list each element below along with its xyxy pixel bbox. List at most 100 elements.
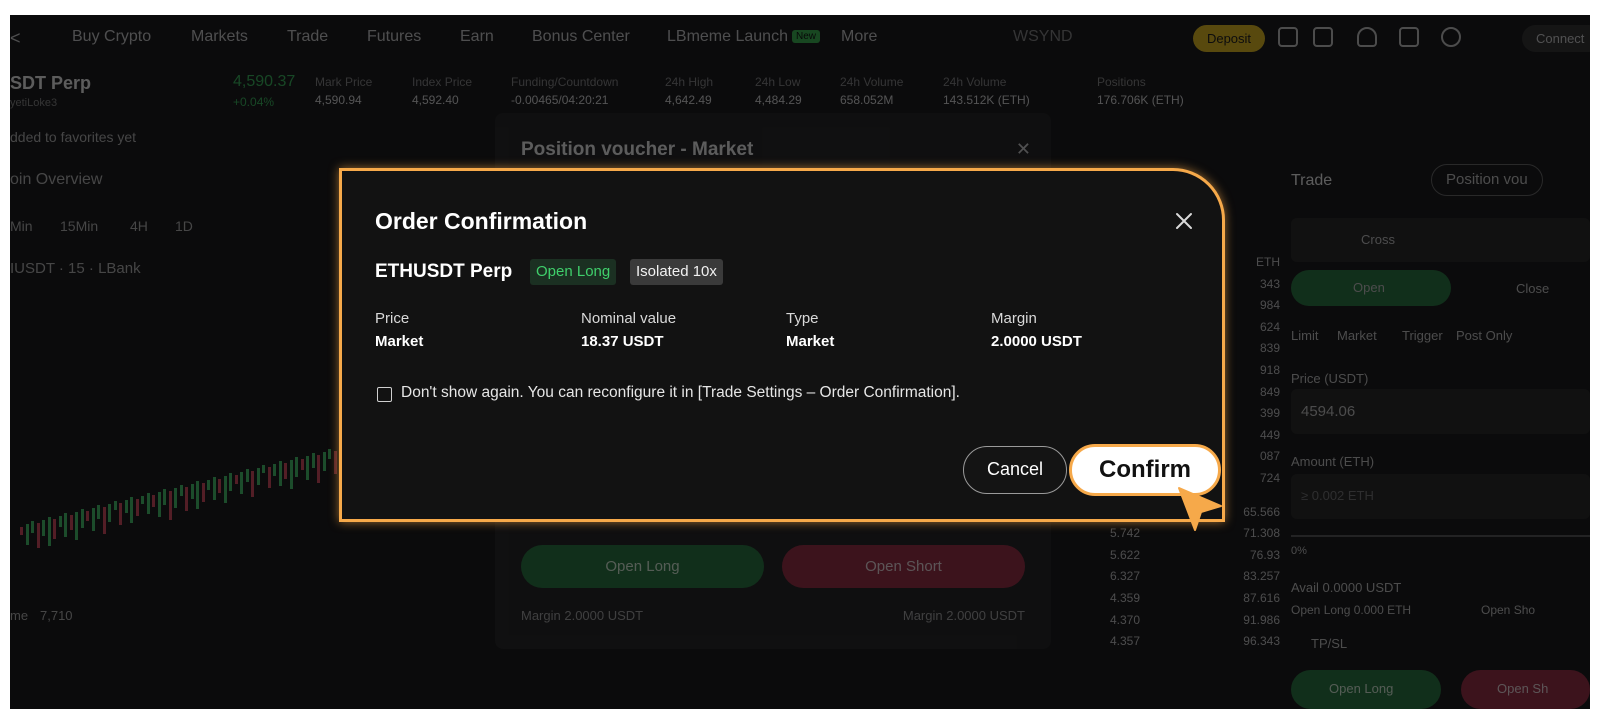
ticker-cell: Funding/Countdown -0.00465/04:20:21 (511, 75, 618, 107)
open-long-button[interactable]: Open Long (1291, 670, 1441, 709)
available-balance: Avail 0.0000 USDT (1291, 580, 1402, 595)
dont-show-again-label[interactable]: Don't show again. You can reconfigure it… (401, 384, 960, 402)
candlestick (306, 456, 309, 480)
field-value: 18.37 USDT (581, 333, 664, 350)
open-short-button-label: Open Sh (1497, 681, 1549, 696)
coin-overview-tab[interactable]: oin Overview (10, 171, 102, 189)
ticker-value: 4,590.94 (315, 93, 362, 107)
margin-mode-badge: Isolated 10x (630, 259, 723, 285)
ticker-symbol[interactable]: SDT Perp (10, 73, 91, 94)
candlestick (328, 449, 331, 459)
order-type-limit[interactable]: Limit (1291, 328, 1318, 343)
candlestick (31, 521, 34, 533)
close-icon[interactable] (1172, 209, 1196, 233)
side-badge: Open Long (530, 259, 617, 285)
ask-total: 724 (1259, 470, 1280, 485)
nav-more[interactable]: More (841, 28, 877, 46)
candlestick (333, 451, 337, 474)
timeframe-4h[interactable]: 4H (130, 218, 148, 234)
voucher-close-icon[interactable]: ✕ (1016, 139, 1031, 160)
ask-total: 343 (1259, 276, 1280, 291)
candlestick (69, 515, 73, 530)
bid-amount: 5.742 (1110, 526, 1141, 541)
amount-slider[interactable] (1291, 535, 1590, 537)
open-tab[interactable]: Open (1291, 270, 1451, 306)
ask-total: 918 (1259, 362, 1280, 377)
open-tab-label: Open (1353, 280, 1385, 295)
ticker-sub: yetiLoke3 (10, 97, 58, 109)
orderbook-bid-row[interactable]: 4.357 96.343 (1110, 634, 1280, 656)
position-voucher-button[interactable]: Position vou (1431, 164, 1543, 196)
candlestick (36, 523, 40, 548)
field-nominal-value: Nominal value 18.37 USDT (581, 310, 676, 350)
search-input[interactable]: WSYND (1013, 28, 1073, 46)
field-value: Market (375, 333, 424, 350)
orderbook-header-unit: ETH (1256, 255, 1280, 269)
nav-trade[interactable]: Trade (287, 28, 328, 46)
orderbook-bid-row[interactable]: 6.327 83.257 (1110, 569, 1280, 591)
timeframe-15min[interactable]: 15Min (60, 218, 98, 234)
wallet-icon[interactable] (1278, 27, 1298, 47)
nav-lbmeme-launch[interactable]: LBmeme Launch New (667, 28, 820, 46)
ticker-key: Mark Price (315, 75, 373, 89)
dont-show-again-checkbox[interactable] (377, 387, 392, 402)
amount-input[interactable]: ≥ 0.002 ETH (1291, 474, 1590, 519)
margin-mode-select[interactable]: Cross (1291, 218, 1590, 262)
close-tab[interactable]: Close (1516, 281, 1549, 296)
candlestick (20, 527, 23, 535)
nav-buy-crypto[interactable]: Buy Crypto (72, 28, 151, 46)
voucher-title: Position voucher - Market (521, 139, 754, 160)
ticker-bar: SDT Perp yetiLoke3 4,590.37 +0.04% Mark … (10, 71, 1590, 115)
nav-futures[interactable]: Futures (367, 28, 421, 46)
download-icon[interactable] (1399, 27, 1419, 47)
timeframe-1d[interactable]: 1D (175, 218, 193, 234)
order-type-market[interactable]: Market (1337, 328, 1377, 343)
margin-mode-label: Cross (1361, 232, 1395, 247)
open-long-info: Open Long 0.000 ETH (1291, 603, 1412, 617)
candlestick (262, 465, 265, 473)
candlestick (229, 473, 232, 491)
bid-total: 91.986 (1243, 612, 1280, 627)
connect-button[interactable]: Connect (1522, 25, 1590, 52)
top-nav: < Buy Crypto Markets Trade Futures Earn … (10, 15, 1590, 61)
ticker-cell: 24h Volume 143.512K (ETH) (943, 75, 1030, 107)
cancel-button[interactable]: Cancel (963, 446, 1067, 494)
candlestick (152, 495, 155, 507)
ticker-value: 658.052M (840, 93, 894, 107)
trade-tab[interactable]: Trade (1291, 172, 1332, 190)
ticker-value: 4,484.29 (755, 93, 802, 107)
pointer-cursor-icon (1178, 487, 1222, 531)
price-input[interactable]: 4594.06 (1291, 389, 1590, 434)
voucher-open-long-button[interactable]: Open Long (521, 545, 764, 588)
deposit-button[interactable]: Deposit (1193, 25, 1265, 52)
timeframe-min[interactable]: Min (10, 218, 33, 234)
new-badge: New (791, 30, 820, 44)
candlestick (64, 513, 67, 537)
tpsl-checkbox[interactable]: TP/SL (1311, 636, 1347, 651)
candlestick (75, 512, 78, 540)
order-type-trigger[interactable]: Trigger (1402, 328, 1443, 343)
candlestick (190, 484, 194, 499)
candlestick (311, 453, 315, 468)
nav-earn[interactable]: Earn (460, 28, 494, 46)
back-icon[interactable]: < (10, 28, 21, 49)
candlestick (300, 459, 304, 470)
order-type-post-only[interactable]: Post Only (1456, 328, 1512, 343)
candlestick (251, 471, 254, 497)
bid-amount: 4.370 (1110, 612, 1141, 627)
voucher-open-short-button[interactable]: Open Short (782, 545, 1025, 588)
bell-icon[interactable] (1357, 27, 1377, 47)
nav-markets[interactable]: Markets (191, 28, 248, 46)
candlestick (86, 511, 89, 521)
ticker-cell: 24h High 4,642.49 (665, 75, 713, 107)
nav-bonus-center[interactable]: Bonus Center (532, 28, 630, 46)
globe-icon[interactable] (1441, 27, 1461, 47)
orderbook-bid-row[interactable]: 4.359 87.616 (1110, 591, 1280, 613)
orderbook-bid-row[interactable]: 4.370 91.986 (1110, 613, 1280, 635)
price-label: Price (USDT) (1291, 371, 1369, 386)
open-short-button[interactable]: Open Sh (1461, 670, 1590, 709)
orders-icon[interactable] (1313, 27, 1333, 47)
orderbook-bid-row[interactable]: 5.622 76.93 (1110, 548, 1280, 570)
candlestick (245, 469, 249, 482)
candlestick (267, 467, 271, 488)
